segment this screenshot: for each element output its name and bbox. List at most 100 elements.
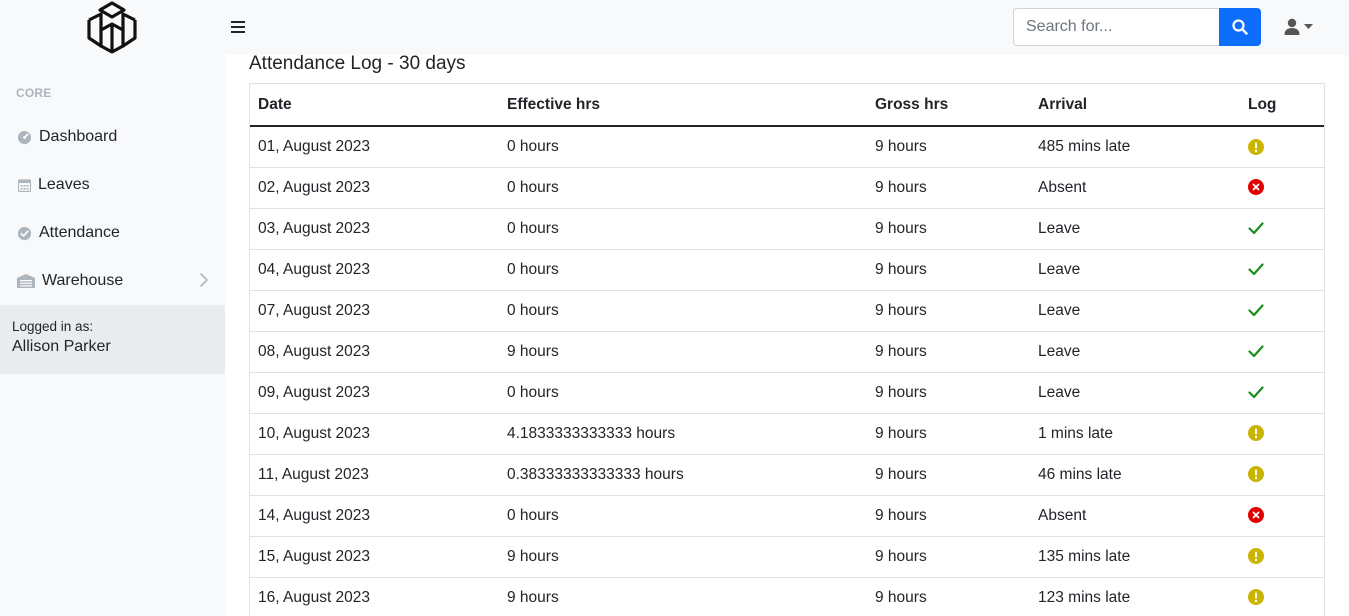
user-menu[interactable] [1284, 16, 1320, 38]
sidebar-heading: CORE [16, 86, 52, 100]
sidebar-item-leaves[interactable]: Leaves [0, 165, 225, 205]
cell-gross: 9 hours [867, 454, 1030, 496]
warehouse-icon [16, 273, 35, 289]
cell-gross: 9 hours [867, 536, 1030, 578]
cell-gross: 9 hours [867, 413, 1030, 455]
attendance-table: Date Effective hrs Gross hrs Arrival Log… [249, 83, 1325, 616]
cell-log [1240, 536, 1324, 578]
cell-date: 04, August 2023 [250, 249, 499, 291]
page-title: Attendance Log - 30 days [249, 53, 466, 74]
cell-date: 15, August 2023 [250, 536, 499, 578]
cell-effective: 9 hours [499, 331, 867, 373]
table-row: 14, August 2023 0 hours 9 hours Absent [250, 495, 1324, 537]
cell-log [1240, 208, 1324, 250]
cell-effective: 9 hours [499, 536, 867, 578]
cell-arrival: Absent [1030, 167, 1240, 209]
sidebar-item-warehouse[interactable]: Warehouse [0, 261, 225, 301]
error-circle-icon [1248, 507, 1264, 524]
cell-effective: 0 hours [499, 372, 867, 414]
table-row: 03, August 2023 0 hours 9 hours Leave [250, 208, 1324, 250]
top-navbar [0, 0, 1349, 55]
check-circle-icon [16, 225, 32, 241]
cell-effective: 0 hours [499, 249, 867, 291]
chevron-right-icon [200, 273, 208, 292]
cell-log [1240, 577, 1324, 616]
cell-gross: 9 hours [867, 331, 1030, 373]
column-header-gross[interactable]: Gross hrs [867, 84, 1030, 127]
cell-date: 03, August 2023 [250, 208, 499, 250]
sidebar-toggle-icon[interactable] [231, 17, 249, 37]
column-header-date[interactable]: Date [250, 84, 499, 127]
cell-effective: 0 hours [499, 126, 867, 168]
check-icon [1248, 261, 1264, 278]
cell-arrival: Leave [1030, 208, 1240, 250]
sidebar-item-label: Attendance [39, 224, 120, 241]
column-header-effective[interactable]: Effective hrs [499, 84, 867, 127]
cell-date: 02, August 2023 [250, 167, 499, 209]
cell-log [1240, 126, 1324, 168]
warning-circle-icon [1248, 589, 1264, 606]
cell-date: 10, August 2023 [250, 413, 499, 455]
sidebar-item-label: Leaves [38, 176, 90, 193]
warning-circle-icon [1248, 548, 1264, 565]
cell-arrival: 46 mins late [1030, 454, 1240, 496]
table-row: 07, August 2023 0 hours 9 hours Leave [250, 290, 1324, 332]
cell-effective: 0 hours [499, 495, 867, 537]
table-row: 16, August 2023 9 hours 9 hours 123 mins la… [250, 577, 1324, 616]
cell-effective: 0 hours [499, 290, 867, 332]
cell-arrival: Leave [1030, 290, 1240, 332]
column-header-log[interactable]: Log [1240, 84, 1324, 127]
sidebar-item-label: Dashboard [39, 128, 118, 145]
cell-log [1240, 372, 1324, 414]
column-header-arrival[interactable]: Arrival [1030, 84, 1240, 127]
cell-effective: 9 hours [499, 577, 867, 616]
cell-arrival: Absent [1030, 495, 1240, 537]
cell-arrival: 123 mins late [1030, 577, 1240, 616]
cell-date: 07, August 2023 [250, 290, 499, 332]
cell-arrival: 135 mins late [1030, 536, 1240, 578]
user-icon [1284, 18, 1300, 35]
sidebar: CORE Dashboard Leaves Attendance Warehou… [0, 55, 225, 616]
cell-log [1240, 331, 1324, 373]
check-icon [1248, 302, 1264, 319]
cell-date: 09, August 2023 [250, 372, 499, 414]
table-row: 09, August 2023 0 hours 9 hours Leave [250, 372, 1324, 414]
cell-log [1240, 167, 1324, 209]
cell-effective: 4.1833333333333 hours [499, 413, 867, 455]
table-row: 08, August 2023 9 hours 9 hours Leave [250, 331, 1324, 373]
cell-effective: 0 hours [499, 167, 867, 209]
check-icon [1248, 384, 1264, 401]
search-button[interactable] [1219, 8, 1261, 46]
table-header-row: Date Effective hrs Gross hrs Arrival Log [250, 84, 1324, 127]
table-row: 15, August 2023 9 hours 9 hours 135 mins la… [250, 536, 1324, 578]
table-row: 11, August 2023 0.38333333333333 hours 9 h… [250, 454, 1324, 496]
search-icon [1232, 19, 1248, 35]
caret-down-icon [1304, 24, 1313, 29]
dashboard-gauge-icon [16, 129, 32, 145]
cell-arrival: Leave [1030, 372, 1240, 414]
cell-gross: 9 hours [867, 208, 1030, 250]
table-row: 10, August 2023 4.1833333333333 hours 9 ho… [250, 413, 1324, 455]
cell-log [1240, 249, 1324, 291]
cell-arrival: Leave [1030, 249, 1240, 291]
cell-log [1240, 454, 1324, 496]
cell-effective: 0 hours [499, 208, 867, 250]
cell-log [1240, 495, 1324, 537]
cell-arrival: 1 mins late [1030, 413, 1240, 455]
cell-gross: 9 hours [867, 167, 1030, 209]
table-row: 04, August 2023 0 hours 9 hours Leave [250, 249, 1324, 291]
sidebar-item-label: Warehouse [42, 272, 124, 289]
sidebar-item-attendance[interactable]: Attendance [0, 213, 225, 253]
warning-circle-icon [1248, 425, 1264, 442]
search-input[interactable] [1013, 8, 1219, 46]
check-icon [1248, 220, 1264, 237]
warning-circle-icon [1248, 138, 1264, 155]
cell-log [1240, 290, 1324, 332]
cell-arrival: Leave [1030, 331, 1240, 373]
cell-effective: 0.38333333333333 hours [499, 454, 867, 496]
sidebar-item-dashboard[interactable]: Dashboard [0, 117, 225, 157]
sidebar-footer: Logged in as: Allison Parker [0, 305, 225, 374]
logged-in-user: Allison Parker [12, 338, 111, 355]
brand-logo[interactable] [84, 0, 140, 55]
cell-date: 11, August 2023 [250, 454, 499, 496]
